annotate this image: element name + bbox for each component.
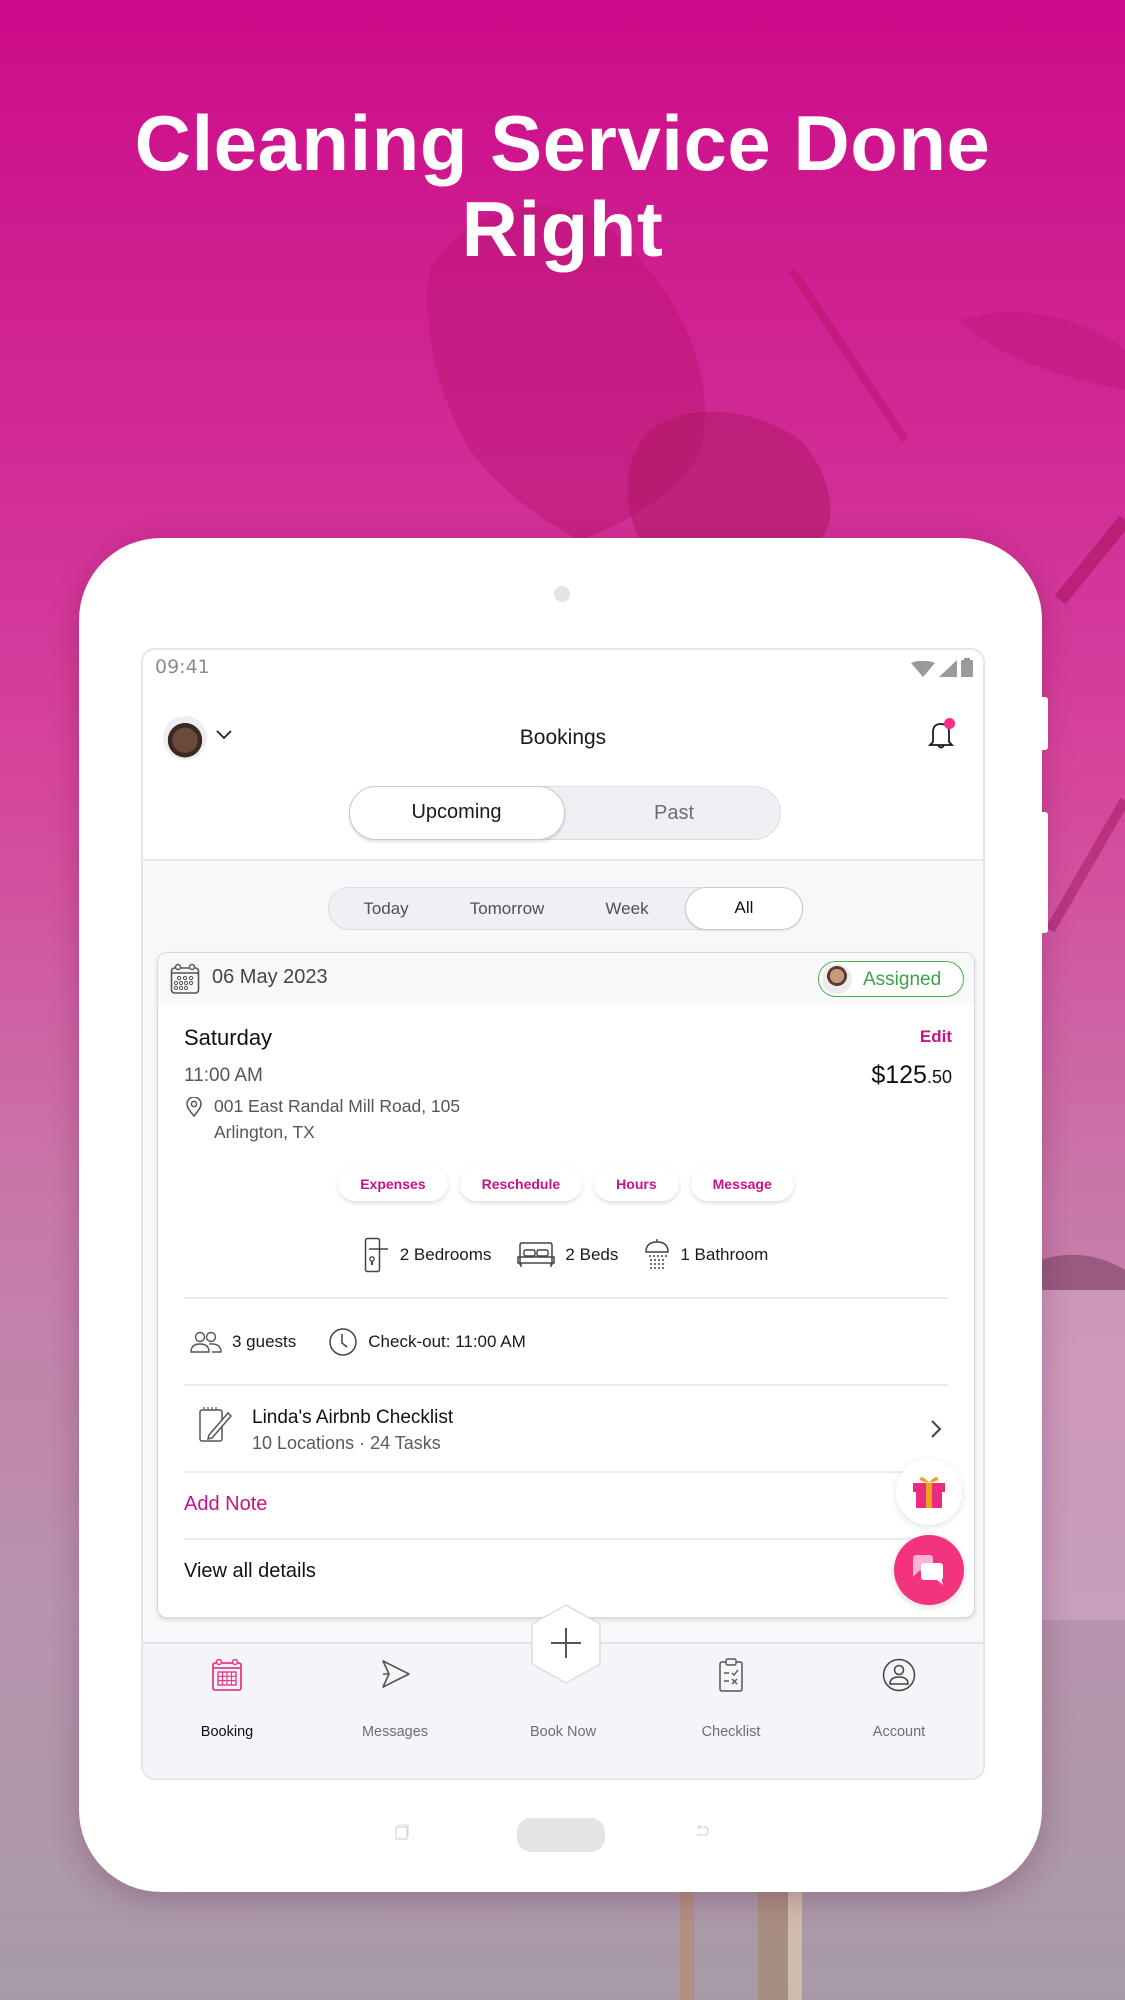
- view-all-details-link[interactable]: View all details: [184, 1560, 316, 1583]
- app-screen: 09:41 Bookings Upcoming Past Today Tomor…: [141, 648, 985, 1780]
- divider: [184, 1297, 948, 1299]
- notepad-pencil-icon: [199, 1407, 232, 1442]
- tab-past[interactable]: Past: [566, 787, 782, 839]
- booking-actions: Expenses Reschedule Hours Message: [158, 1167, 974, 1201]
- wifi-icon: [911, 661, 935, 677]
- account-icon: [882, 1658, 916, 1692]
- booking-day: Saturday: [184, 1025, 273, 1050]
- tablet-device-frame: 09:41 Bookings Upcoming Past Today Tomor…: [79, 538, 1048, 1892]
- tab-messages-label: Messages: [361, 1724, 429, 1740]
- headline: Cleaning Service Done Right: [0, 100, 1125, 272]
- tab-booking-label: Booking: [200, 1724, 254, 1740]
- guests-checkout-row: 3 guests Check-out: 11:00 AM: [190, 1327, 526, 1357]
- cleaner-avatar: [822, 964, 852, 994]
- tab-checklist-label: Checklist: [701, 1724, 761, 1740]
- status-badge: Assigned: [818, 961, 964, 997]
- volume-button: [1042, 697, 1048, 750]
- amenity-beds-label: 2 Beds: [565, 1245, 619, 1264]
- chat-icon: [913, 1555, 943, 1585]
- status-icons: [911, 658, 973, 677]
- chevron-right-icon: [931, 1420, 942, 1438]
- checklist-subtitle: 10 Locations · 24 Tasks: [252, 1433, 441, 1453]
- bed-icon: [517, 1242, 556, 1267]
- add-note-button[interactable]: Add Note: [184, 1493, 267, 1516]
- back-icon[interactable]: [694, 1824, 710, 1838]
- checklist-row[interactable]: Linda's Airbnb Checklist 10 Locations · …: [158, 1385, 974, 1471]
- gift-button[interactable]: [896, 1459, 962, 1525]
- tab-account-label: Account: [872, 1724, 926, 1740]
- reschedule-button[interactable]: Reschedule: [459, 1167, 583, 1201]
- checkout-time: Check-out: 11:00 AM: [368, 1332, 526, 1351]
- edit-button[interactable]: Edit: [920, 1027, 952, 1047]
- amenity-bathroom-label: 1 Bathroom: [680, 1245, 769, 1264]
- tab-checklist[interactable]: Checklist: [647, 1644, 815, 1778]
- filter-today[interactable]: Today: [329, 888, 443, 929]
- booking-card-header: 06 May 2023 Assigned: [158, 953, 974, 1003]
- guests-icon: [190, 1331, 222, 1353]
- home-button[interactable]: [517, 1818, 605, 1852]
- power-button: [1042, 812, 1048, 933]
- booking-time: 11:00 AM: [184, 1065, 263, 1086]
- location-pin-icon: [186, 1097, 202, 1117]
- status-time: 09:41: [155, 656, 210, 678]
- divider: [184, 1538, 948, 1540]
- tab-messages[interactable]: Messages: [311, 1644, 479, 1778]
- amenity-bedrooms-label: 2 Bedrooms: [399, 1245, 492, 1264]
- checklist-title: Linda's Airbnb Checklist: [252, 1407, 454, 1428]
- address-line-1: 001 East Randal Mill Road, 105: [214, 1096, 461, 1116]
- hours-button[interactable]: Hours: [594, 1167, 679, 1201]
- amenity-bathroom: 1 Bathroom: [644, 1238, 768, 1272]
- tab-upcoming[interactable]: Upcoming: [348, 785, 565, 840]
- booking-card[interactable]: 06 May 2023 Assigned Saturday Edit 11:00…: [157, 952, 975, 1618]
- battery-icon: [961, 658, 973, 677]
- price-cents: .50: [926, 1067, 952, 1087]
- clock-icon: [329, 1328, 358, 1356]
- recent-apps-icon[interactable]: [395, 1824, 409, 1840]
- android-nav-bar: [79, 1818, 1042, 1858]
- upcoming-past-toggle: Upcoming Past: [348, 785, 782, 840]
- status-badge-label: Assigned: [863, 969, 942, 990]
- date-filter-tabs: Today Tomorrow Week All: [328, 886, 803, 930]
- front-camera: [554, 586, 570, 602]
- amenities-row: 2 Bedrooms 2 Beds 1 Bathroom: [158, 1237, 974, 1273]
- tab-account[interactable]: Account: [815, 1644, 983, 1778]
- calendar-icon: [212, 1658, 242, 1691]
- shower-icon: [645, 1239, 670, 1269]
- page-title: Bookings: [519, 726, 607, 749]
- clipboard-icon: [719, 1658, 743, 1692]
- divider: [184, 1471, 948, 1473]
- amenity-bedrooms: 2 Bedrooms: [364, 1237, 492, 1273]
- filter-all[interactable]: All: [685, 886, 803, 930]
- tab-booking[interactable]: Booking: [143, 1644, 311, 1778]
- headline-line-1: Cleaning Service Done: [134, 99, 991, 187]
- amenity-beds: 2 Beds: [517, 1241, 618, 1269]
- calendar-icon: [170, 963, 200, 994]
- send-icon: [382, 1660, 410, 1688]
- signal-icon: [939, 660, 957, 677]
- expenses-button[interactable]: Expenses: [338, 1167, 448, 1201]
- headline-line-2: Right: [461, 185, 664, 273]
- gift-icon: [913, 1477, 945, 1508]
- message-button[interactable]: Message: [690, 1167, 794, 1201]
- price-main: $125: [871, 1061, 927, 1089]
- filter-tomorrow[interactable]: Tomorrow: [443, 888, 571, 929]
- chat-button[interactable]: [894, 1535, 964, 1605]
- notification-badge: [944, 718, 955, 729]
- door-icon: [364, 1237, 388, 1273]
- guests-count: 3 guests: [232, 1332, 297, 1351]
- top-header-area: 09:41 Bookings Upcoming Past: [143, 650, 983, 861]
- tab-book-now-label: Book Now: [529, 1724, 597, 1740]
- booking-date: 06 May 2023: [212, 966, 328, 988]
- book-now-button[interactable]: [528, 1603, 604, 1685]
- booking-price: $125.50: [871, 1061, 952, 1090]
- address-line-2: Arlington, TX: [214, 1122, 315, 1142]
- filter-week[interactable]: Week: [571, 888, 683, 929]
